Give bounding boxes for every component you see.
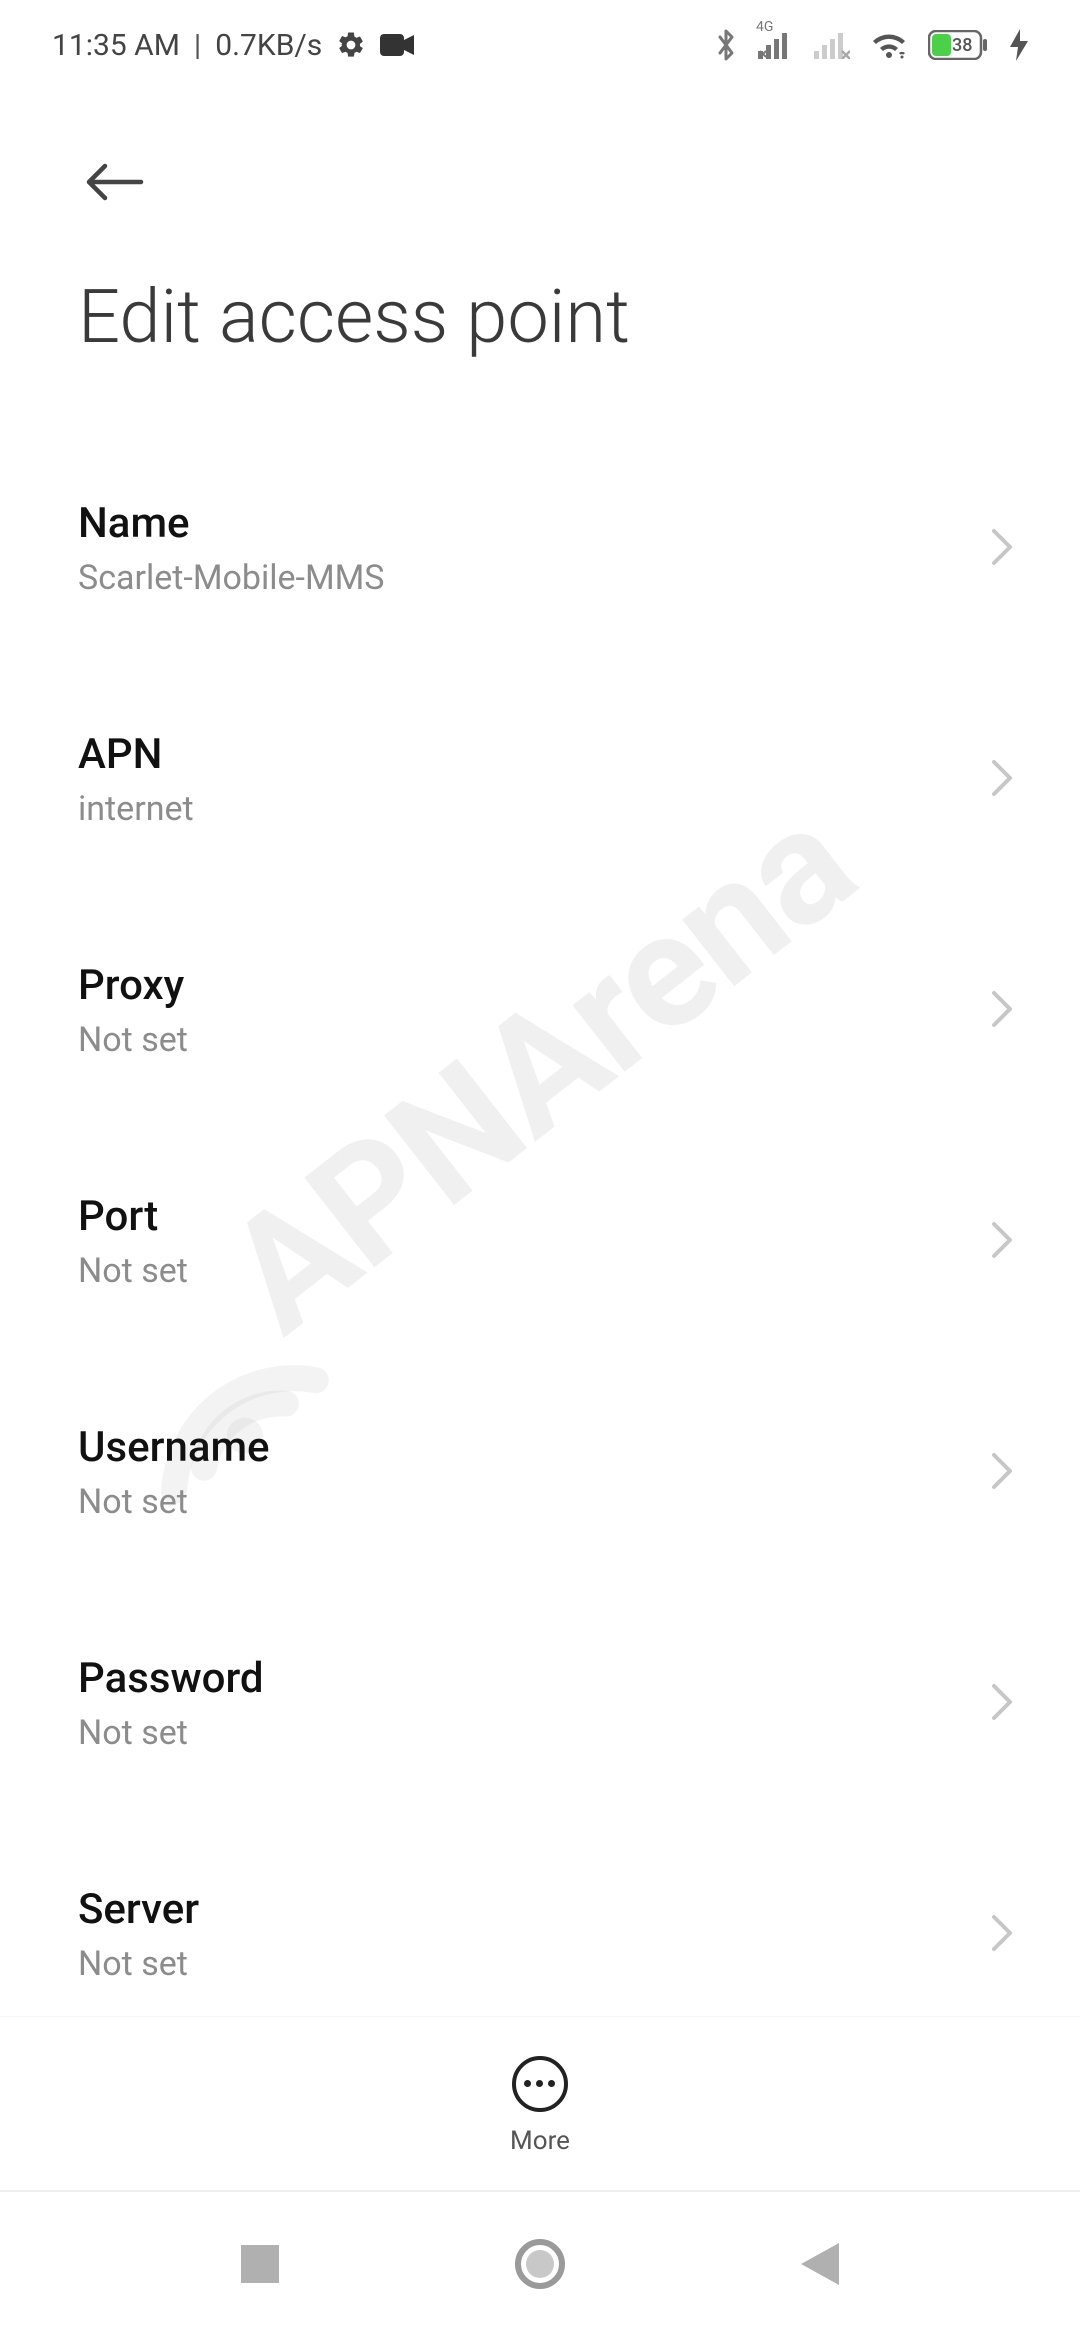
setting-value: Not set: [78, 1020, 990, 1060]
wifi-icon: [870, 30, 908, 60]
page-title: Edit access point: [0, 218, 1080, 397]
status-right: 4G 38: [714, 28, 1028, 62]
chevron-right-icon: [990, 1682, 1034, 1726]
status-left: 11:35 AM | 0.7KB/s: [52, 28, 414, 63]
chevron-right-icon: [990, 758, 1034, 802]
square-icon: [241, 2245, 279, 2287]
setting-apn[interactable]: APN internet: [0, 688, 1080, 871]
more-button[interactable]: More: [510, 2050, 570, 2156]
setting-password[interactable]: Password Not set: [0, 1612, 1080, 1795]
setting-value: Not set: [78, 1944, 990, 1984]
chevron-right-icon: [990, 1913, 1034, 1957]
more-icon: [512, 2056, 568, 2112]
more-label: More: [510, 2126, 570, 2156]
battery-percent: 38: [952, 35, 972, 56]
setting-server[interactable]: Server Not set: [0, 1843, 1080, 2026]
nav-recents-button[interactable]: [228, 2234, 292, 2298]
cellular-4g-icon: 4G: [758, 31, 794, 59]
arrow-back-icon: [83, 161, 145, 203]
setting-label: Username: [78, 1423, 990, 1472]
triangle-back-icon: [801, 2243, 839, 2289]
chevron-right-icon: [990, 1220, 1034, 1264]
charging-icon: [1010, 29, 1028, 61]
battery-icon: 38: [928, 30, 990, 60]
setting-name[interactable]: Name Scarlet-Mobile-MMS: [0, 457, 1080, 640]
chevron-right-icon: [990, 1451, 1034, 1495]
settings-list: Name Scarlet-Mobile-MMS APN internet Pro…: [0, 397, 1080, 2177]
cellular-nosim-icon: [814, 31, 850, 59]
setting-port[interactable]: Port Not set: [0, 1150, 1080, 1333]
setting-value: internet: [78, 789, 990, 829]
status-time: 11:35 AM: [52, 28, 180, 63]
setting-proxy[interactable]: Proxy Not set: [0, 919, 1080, 1102]
camcorder-icon: [380, 34, 414, 56]
circle-icon: [515, 2239, 565, 2293]
nav-home-button[interactable]: [508, 2234, 572, 2298]
gear-icon: [336, 30, 366, 60]
bluetooth-icon: [714, 28, 738, 62]
status-bar: 11:35 AM | 0.7KB/s 4G 38: [0, 0, 1080, 90]
setting-label: Port: [78, 1192, 990, 1241]
setting-value: Not set: [78, 1713, 990, 1753]
setting-value: Not set: [78, 1251, 990, 1291]
system-nav-bar: [0, 2190, 1080, 2340]
nav-back-button[interactable]: [788, 2234, 852, 2298]
status-data-rate: 0.7KB/s: [215, 28, 322, 63]
status-separator: |: [194, 28, 201, 63]
setting-label: Server: [78, 1885, 990, 1934]
setting-value: Not set: [78, 1482, 990, 1522]
setting-label: Password: [78, 1654, 990, 1703]
back-button[interactable]: [78, 146, 150, 218]
bottom-toolbar: More: [0, 2016, 1080, 2188]
setting-label: APN: [78, 730, 990, 779]
setting-label: Name: [78, 499, 990, 548]
setting-label: Proxy: [78, 961, 990, 1010]
chevron-right-icon: [990, 527, 1034, 571]
setting-username[interactable]: Username Not set: [0, 1381, 1080, 1564]
chevron-right-icon: [990, 989, 1034, 1033]
setting-value: Scarlet-Mobile-MMS: [78, 558, 990, 598]
header: [0, 90, 1080, 218]
